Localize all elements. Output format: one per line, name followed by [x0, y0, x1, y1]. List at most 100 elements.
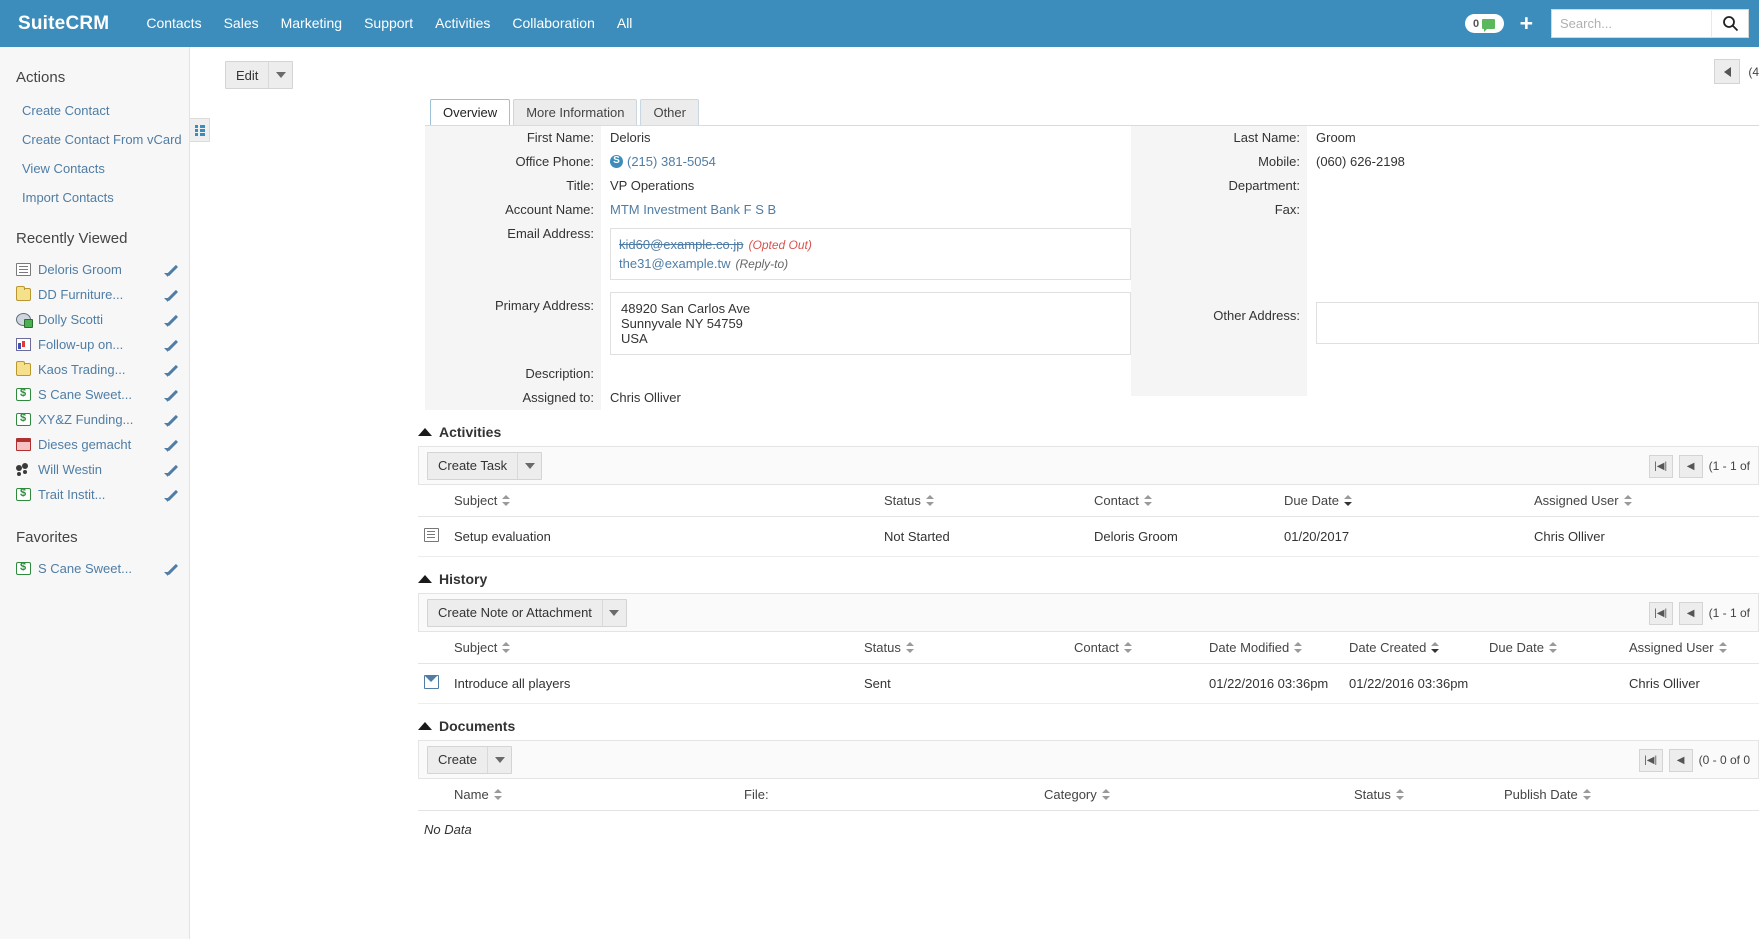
history-subject[interactable]: Introduce all players: [448, 663, 858, 704]
documents-col-publish-date[interactable]: Publish Date: [1498, 778, 1759, 811]
sidebar-toggle-handle[interactable]: [190, 118, 210, 142]
edit-pencil-icon[interactable]: [164, 562, 179, 576]
first-page-button[interactable]: |◀|: [1638, 748, 1663, 772]
history-col-date-modified[interactable]: Date Modified: [1203, 631, 1343, 664]
table-row[interactable]: Setup evaluation Not Started Deloris Gro…: [418, 516, 1759, 557]
list-item[interactable]: Kaos Trading...: [0, 357, 189, 382]
activities-assigned-user[interactable]: Chris Olliver: [1528, 516, 1759, 557]
list-item[interactable]: Dieses gemacht: [0, 432, 189, 457]
create-note-button[interactable]: Create Note or Attachment: [427, 598, 627, 627]
activities-col-subject[interactable]: Subject: [448, 484, 878, 517]
recently-viewed-label[interactable]: Trait Instit...: [38, 487, 158, 502]
list-item[interactable]: Dolly Scotti: [0, 307, 189, 332]
recently-viewed-label[interactable]: S Cane Sweet...: [38, 387, 158, 402]
notifications-button[interactable]: 0: [1464, 14, 1504, 33]
edit-pencil-icon[interactable]: [164, 488, 179, 502]
account-name-value[interactable]: MTM Investment Bank F S B: [602, 198, 1131, 222]
sidebar-action-import-contacts[interactable]: Import Contacts: [0, 183, 189, 212]
history-col-due-date[interactable]: Due Date: [1483, 631, 1623, 664]
create-task-dropdown[interactable]: [518, 453, 541, 479]
nav-item-marketing[interactable]: Marketing: [270, 0, 353, 47]
activities-col-assigned-user[interactable]: Assigned User: [1528, 484, 1759, 517]
activities-col-status[interactable]: Status: [878, 484, 1088, 517]
nav-item-activities[interactable]: Activities: [424, 0, 501, 47]
first-page-button[interactable]: |◀|: [1648, 601, 1673, 625]
previous-page-button[interactable]: ◀: [1678, 454, 1703, 478]
recently-viewed-label[interactable]: Follow-up on...: [38, 337, 158, 352]
history-panel-header[interactable]: History: [418, 571, 1759, 587]
activities-col-due-date[interactable]: Due Date: [1278, 484, 1528, 517]
history-assigned-user[interactable]: Chris Olliver: [1623, 663, 1759, 704]
recently-viewed-label[interactable]: XY&Z Funding...: [38, 412, 158, 427]
recently-viewed-label[interactable]: Dieses gemacht: [38, 437, 158, 452]
history-col-contact[interactable]: Contact: [1068, 631, 1203, 664]
list-item[interactable]: S Cane Sweet...: [0, 556, 189, 581]
edit-dropdown-toggle[interactable]: [269, 62, 292, 88]
email-address-0[interactable]: kid60@example.co.jp: [619, 237, 743, 252]
quick-create-plus-icon[interactable]: +: [1520, 12, 1533, 35]
previous-page-button[interactable]: ◀: [1678, 601, 1703, 625]
tab-overview[interactable]: Overview: [430, 99, 511, 125]
previous-page-button[interactable]: ◀: [1668, 748, 1693, 772]
documents-col-status[interactable]: Status: [1348, 778, 1498, 811]
nav-item-contacts[interactable]: Contacts: [135, 0, 212, 47]
sidebar-action-view-contacts[interactable]: View Contacts: [0, 154, 189, 183]
nav-item-collaboration[interactable]: Collaboration: [501, 0, 606, 47]
email-address-1[interactable]: the31@example.tw: [619, 256, 730, 271]
tab-more-information[interactable]: More Information: [513, 99, 638, 125]
list-item[interactable]: Trait Instit...: [0, 482, 189, 507]
edit-pencil-icon[interactable]: [164, 338, 179, 352]
edit-pencil-icon[interactable]: [164, 263, 179, 277]
documents-panel-header[interactable]: Documents: [418, 718, 1759, 734]
create-document-dropdown[interactable]: [488, 747, 511, 773]
list-item[interactable]: XY&Z Funding...: [0, 407, 189, 432]
activities-panel-header[interactable]: Activities: [418, 424, 1759, 440]
previous-record-button[interactable]: [1714, 59, 1741, 84]
edit-pencil-icon[interactable]: [164, 388, 179, 402]
documents-col-name[interactable]: Name: [448, 778, 738, 811]
recently-viewed-label[interactable]: DD Furniture...: [38, 287, 158, 302]
edit-pencil-icon[interactable]: [164, 438, 179, 452]
activities-subject[interactable]: Setup evaluation: [448, 516, 878, 557]
create-note-dropdown[interactable]: [603, 600, 626, 626]
edit-pencil-icon[interactable]: [164, 363, 179, 377]
create-document-button[interactable]: Create: [427, 745, 513, 774]
sidebar-action-create-contact[interactable]: Create Contact: [0, 96, 189, 125]
search-button[interactable]: [1711, 9, 1749, 38]
edit-button[interactable]: Edit: [225, 61, 294, 89]
first-page-button[interactable]: |◀|: [1648, 454, 1673, 478]
recently-viewed-label[interactable]: Kaos Trading...: [38, 362, 158, 377]
activities-col-contact[interactable]: Contact: [1088, 484, 1278, 517]
skype-icon[interactable]: [610, 154, 623, 168]
history-col-assigned-user[interactable]: Assigned User: [1623, 631, 1759, 664]
page-body: Actions Create Contact Create Contact Fr…: [0, 47, 1759, 939]
edit-pencil-icon[interactable]: [164, 413, 179, 427]
edit-pencil-icon[interactable]: [164, 288, 179, 302]
recently-viewed-label[interactable]: Dolly Scotti: [38, 312, 158, 327]
search-input[interactable]: [1551, 9, 1711, 38]
history-col-date-created[interactable]: Date Created: [1343, 631, 1483, 664]
documents-col-category[interactable]: Category: [1038, 778, 1348, 811]
favorite-label[interactable]: S Cane Sweet...: [38, 561, 158, 576]
edit-pencil-icon[interactable]: [164, 313, 179, 327]
nav-item-support[interactable]: Support: [353, 0, 424, 47]
history-col-subject[interactable]: Subject: [448, 631, 858, 664]
list-item[interactable]: Deloris Groom: [0, 257, 189, 282]
list-item[interactable]: DD Furniture...: [0, 282, 189, 307]
tab-other[interactable]: Other: [640, 99, 699, 125]
edit-pencil-icon[interactable]: [164, 463, 179, 477]
activities-contact[interactable]: Deloris Groom: [1088, 516, 1278, 557]
list-item[interactable]: Will Westin: [0, 457, 189, 482]
list-item[interactable]: S Cane Sweet...: [0, 382, 189, 407]
create-task-button[interactable]: Create Task: [427, 451, 543, 480]
recently-viewed-label[interactable]: Will Westin: [38, 462, 158, 477]
list-item[interactable]: Follow-up on...: [0, 332, 189, 357]
history-col-status[interactable]: Status: [858, 631, 1068, 664]
office-phone-value[interactable]: (215) 381-5054: [627, 154, 716, 169]
nav-item-sales[interactable]: Sales: [213, 0, 270, 47]
nav-item-all[interactable]: All: [606, 0, 644, 47]
app-logo[interactable]: SuiteCRM: [18, 13, 109, 35]
recently-viewed-label[interactable]: Deloris Groom: [38, 262, 158, 277]
sidebar-action-create-contact-vcard[interactable]: Create Contact From vCard: [0, 125, 189, 154]
table-row[interactable]: Introduce all players Sent 01/22/2016 03…: [418, 663, 1759, 704]
